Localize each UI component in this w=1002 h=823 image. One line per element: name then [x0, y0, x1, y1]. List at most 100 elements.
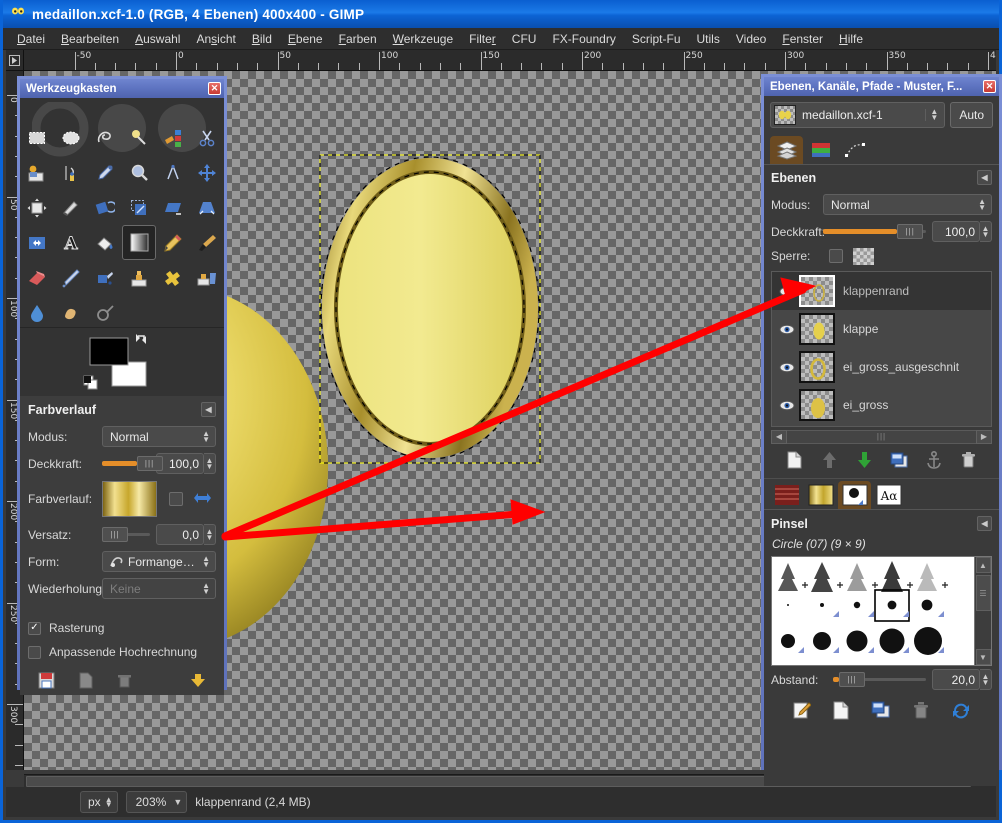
delete-brush-icon[interactable] [912, 701, 930, 720]
shape-select[interactable]: Formangepass... ▲▼ [102, 551, 216, 572]
offset-spin-icon[interactable]: ▲ ▼ [204, 524, 216, 545]
menu-bearbeiten[interactable]: Bearbeiten [53, 30, 127, 48]
layer-list-scrollbar[interactable]: ◀ ||| ▶ [771, 429, 992, 444]
delete-layer-icon[interactable] [960, 451, 977, 469]
menu-utils[interactable]: Utils [689, 30, 728, 48]
menu-ebene[interactable]: Ebene [280, 30, 331, 48]
perspective-icon[interactable] [190, 190, 224, 225]
spacing-value[interactable]: 20,0 [932, 669, 980, 690]
fuzzy-select-icon[interactable] [122, 120, 156, 155]
gradients-tab[interactable] [804, 481, 837, 509]
reverse-arrows-icon[interactable] [193, 492, 212, 507]
layer-opacity-spin-icon[interactable]: ▲ ▼ [980, 221, 992, 242]
blur-sharpen-icon[interactable] [20, 295, 54, 327]
rect-select-icon[interactable] [20, 120, 54, 155]
layer-opacity-slider[interactable]: ||| [823, 223, 926, 240]
horizontal-ruler[interactable]: -50 0 50 100 150 200 250 300 350 400 [24, 50, 996, 71]
edit-brush-icon[interactable] [792, 701, 811, 720]
menu-video[interactable]: Video [728, 30, 774, 48]
dither-checkbox[interactable]: ✓ [28, 621, 41, 635]
layer-name[interactable]: klappenrand [843, 284, 909, 298]
align-icon[interactable] [20, 190, 54, 225]
flip-icon[interactable] [20, 225, 54, 260]
heal-icon[interactable] [156, 260, 190, 295]
layer-row[interactable]: ei_gross_ausgeschnit [772, 348, 991, 386]
offset-value[interactable]: 0,0 [156, 524, 204, 545]
paths-tab[interactable] [838, 136, 871, 164]
chevron-updown-icon[interactable]: ▲ ▼ [975, 197, 989, 211]
brush-dock-tabs[interactable]: Aα [764, 478, 999, 510]
gradient-reverse-checkbox[interactable] [169, 492, 183, 506]
opacity-slider[interactable]: ||| [102, 455, 163, 472]
delete-options-icon[interactable] [116, 672, 133, 689]
menu-datei[interactable]: Datei [9, 30, 53, 48]
new-brush-icon[interactable] [832, 701, 850, 720]
perspective-clone-icon[interactable] [190, 260, 224, 295]
brush-cells[interactable] [772, 557, 974, 665]
chevron-updown-icon[interactable]: ▲ ▼ [925, 108, 942, 122]
brush-grid-scrollbar[interactable]: ▲ ☰ ▼ [974, 557, 991, 665]
layer-row[interactable]: klappenrand [772, 272, 991, 310]
opacity-value[interactable]: 100,0 [156, 453, 204, 474]
dither-row[interactable]: ✓ Rasterung [28, 616, 216, 640]
menu-auswahl[interactable]: Auswahl [127, 30, 188, 48]
paths-icon[interactable] [54, 155, 88, 190]
airbrush-icon[interactable] [54, 260, 88, 295]
menu-hilfe[interactable]: Hilfe [831, 30, 871, 48]
supersample-checkbox[interactable] [28, 645, 41, 659]
chevron-updown-icon[interactable]: ▲ ▼ [199, 429, 213, 443]
layer-thumbnail[interactable] [799, 313, 835, 345]
ruler-unit-menu-button[interactable] [6, 50, 24, 71]
menu-fx-foundry[interactable]: FX-Foundry [544, 30, 623, 48]
collapse-left-icon[interactable]: ◀ [201, 402, 216, 417]
layer-thumbnail[interactable] [799, 389, 835, 421]
menu-script-fu[interactable]: Script-Fu [624, 30, 689, 48]
bucket-fill-icon[interactable] [88, 225, 122, 260]
dodge-burn-icon[interactable] [88, 295, 122, 327]
lock-pixels-icon[interactable] [829, 249, 843, 263]
scroll-right-icon[interactable]: ▶ [976, 429, 992, 444]
foreground-select-icon[interactable] [20, 155, 54, 190]
repeat-select[interactable]: Keine ▲ ▼ [102, 578, 216, 599]
opacity-spin-icon[interactable]: ▲ ▼ [204, 453, 216, 474]
scale-icon[interactable] [122, 190, 156, 225]
dock-tabs[interactable] [764, 133, 999, 165]
layer-visibility-eye-icon[interactable] [775, 286, 799, 297]
scissors-select-icon[interactable] [190, 120, 224, 155]
scroll-down-icon[interactable]: ▼ [975, 649, 991, 665]
lock-alpha-icon[interactable] [853, 247, 874, 265]
paintbrush-icon[interactable] [190, 225, 224, 260]
layer-mode-select[interactable]: Normal ▲ ▼ [823, 194, 992, 215]
smudge-icon[interactable] [54, 295, 88, 327]
toolbox-close-icon[interactable]: ✕ [208, 82, 221, 95]
menu-ansicht[interactable]: Ansicht [188, 30, 243, 48]
raise-layer-icon[interactable] [821, 451, 838, 469]
move-icon[interactable] [190, 155, 224, 190]
fg-bg-colors[interactable] [82, 330, 192, 396]
menu-bild[interactable]: Bild [244, 30, 280, 48]
crop-icon[interactable] [54, 190, 88, 225]
tool-grid[interactable]: A [20, 98, 224, 327]
duplicate-layer-icon[interactable] [890, 452, 908, 469]
menu-cfu[interactable]: CFU [504, 30, 545, 48]
chevron-updown-icon[interactable]: ▲ ▼ [199, 554, 213, 568]
free-select-icon[interactable] [88, 120, 122, 155]
layer-opacity-value[interactable]: 100,0 [932, 221, 980, 242]
spacing-spin-icon[interactable]: ▲ ▼ [980, 669, 992, 690]
brush-scroll-thumb[interactable]: ☰ [975, 575, 991, 611]
save-options-icon[interactable] [38, 672, 55, 689]
layer-visibility-eye-icon[interactable] [775, 400, 799, 411]
dock-titlebar[interactable]: Ebenen, Kanäle, Pfade - Muster, F... ✕ [764, 77, 999, 96]
refresh-brushes-icon[interactable] [951, 701, 971, 720]
layer-row[interactable]: ei_gross [772, 386, 991, 424]
eraser-icon[interactable] [20, 260, 54, 295]
brushes-tab[interactable] [838, 481, 871, 509]
new-layer-icon[interactable] [786, 451, 803, 469]
scroll-up-icon[interactable]: ▲ [975, 557, 991, 573]
layer-row[interactable]: klappe [772, 310, 991, 348]
mode-select[interactable]: Normal ▲ ▼ [102, 426, 216, 447]
zoom-icon[interactable] [122, 155, 156, 190]
rotate-icon[interactable] [88, 190, 122, 225]
fonts-tab[interactable]: Aα [872, 481, 905, 509]
unit-selector[interactable]: px ▲ ▼ [80, 791, 118, 813]
